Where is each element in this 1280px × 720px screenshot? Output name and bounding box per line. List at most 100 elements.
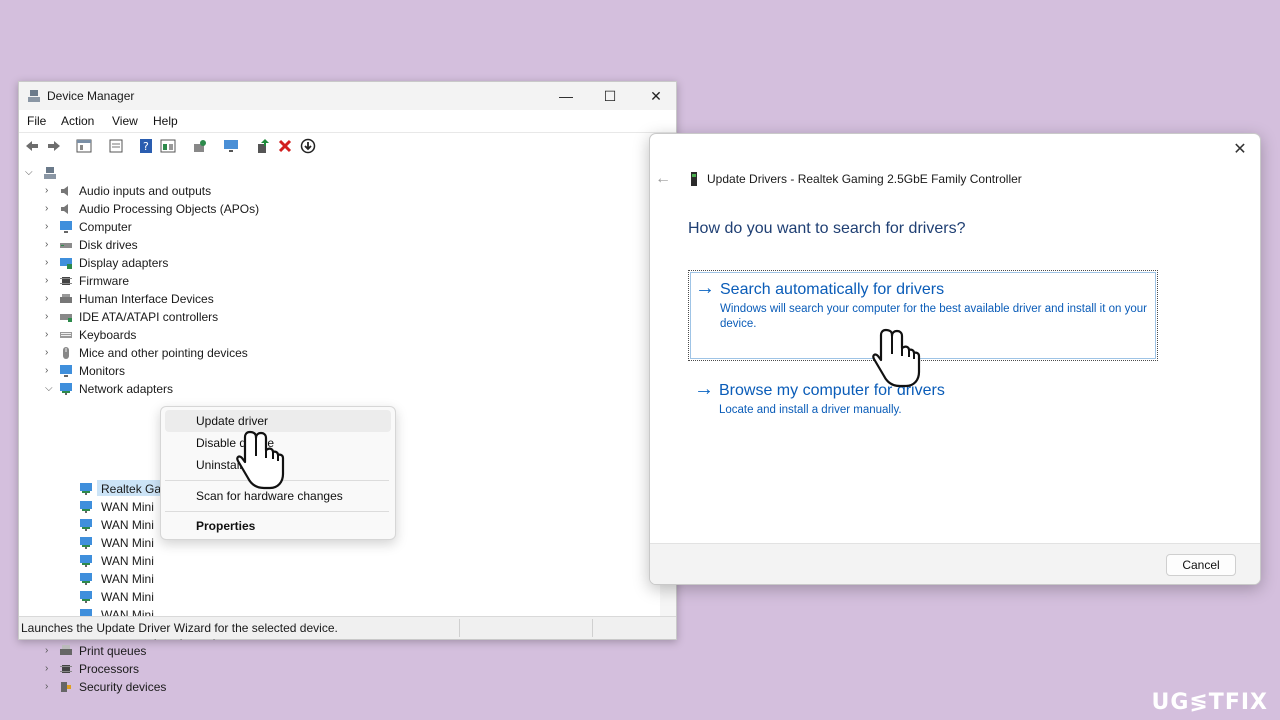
chevron-right-icon[interactable]: › xyxy=(45,642,55,660)
chevron-down-icon[interactable]: ⌵ xyxy=(45,380,55,398)
chevron-right-icon[interactable]: › xyxy=(45,326,55,344)
chevron-right-icon[interactable]: › xyxy=(45,182,55,200)
scan-hardware-icon[interactable] xyxy=(192,138,208,154)
dialog-question: How do you want to search for drivers? xyxy=(688,220,966,237)
chevron-right-icon[interactable]: › xyxy=(45,678,55,696)
show-hide-icon[interactable] xyxy=(108,138,124,154)
chip-icon xyxy=(60,665,72,673)
chevron-down-icon[interactable]: ⌵ xyxy=(25,164,35,182)
dialog-title: Update Drivers - Realtek Gaming 2.5GbE F… xyxy=(707,172,1022,186)
title-bar[interactable]: Device Manager — ☐ ✕ xyxy=(19,82,676,110)
close-button[interactable]: ✕ xyxy=(636,86,676,106)
chevron-right-icon[interactable]: › xyxy=(45,254,55,272)
tree-category-label: Monitors xyxy=(79,364,126,378)
network-icon xyxy=(60,383,72,395)
tree-device[interactable]: WAN Mini xyxy=(79,588,359,606)
speaker-icon xyxy=(61,204,68,214)
update-drivers-dialog: ✕ ← Update Drivers - Realtek Gaming 2.5G… xyxy=(649,133,1261,585)
tree-category-label: Display adapters xyxy=(79,256,169,270)
maximize-button[interactable]: ☐ xyxy=(590,86,630,106)
tree-category-label: Firmware xyxy=(79,274,129,288)
device-manager-icon xyxy=(28,90,40,102)
tree-category[interactable]: › Keyboards xyxy=(45,326,345,344)
menu-action[interactable]: Action xyxy=(61,114,94,128)
close-icon[interactable]: ✕ xyxy=(1230,140,1250,160)
disable-icon[interactable] xyxy=(300,138,316,154)
chevron-right-icon[interactable]: › xyxy=(45,290,55,308)
network-icon xyxy=(80,555,92,567)
menu-bar: File Action View Help xyxy=(19,110,676,132)
network-icon xyxy=(80,573,92,585)
device-tree[interactable]: ⌵ › Audio inputs and outputs › Audio Proces… xyxy=(19,161,660,694)
tree-category-label: Audio inputs and outputs xyxy=(79,184,212,198)
uninstall-icon[interactable] xyxy=(277,138,293,154)
back-arrow-icon[interactable] xyxy=(24,138,40,154)
option-description: Windows will search your computer for th… xyxy=(720,303,1147,330)
disk-icon xyxy=(60,243,72,248)
tree-category[interactable]: › Monitors xyxy=(45,362,345,380)
tree-category[interactable]: › Display adapters xyxy=(45,254,345,272)
tree-device[interactable]: WAN Mini xyxy=(79,570,359,588)
tree-category[interactable]: › Audio inputs and outputs xyxy=(45,182,345,200)
tree-category[interactable]: ⌵ Network adapters xyxy=(45,380,345,398)
tree-category-label: Keyboards xyxy=(79,328,137,342)
view-icon[interactable] xyxy=(160,138,176,154)
tree-category[interactable]: › Firmware xyxy=(45,272,345,290)
chevron-right-icon[interactable]: › xyxy=(45,272,55,290)
cancel-button[interactable]: Cancel xyxy=(1166,554,1236,576)
tree-category[interactable]: › Security devices xyxy=(45,678,345,696)
tree-root[interactable]: ⌵ xyxy=(25,164,225,182)
watermark-logo: UG≶TFIX xyxy=(1151,690,1268,715)
tree-category[interactable]: › Mice and other pointing devices xyxy=(45,344,345,362)
menu-file[interactable]: File xyxy=(27,114,46,128)
arrow-right-icon: → xyxy=(694,378,714,400)
menu-properties[interactable]: Properties xyxy=(165,515,391,537)
ide-icon xyxy=(60,314,72,322)
chevron-right-icon[interactable]: › xyxy=(45,308,55,326)
tree-category[interactable]: › IDE ATA/ATAPI controllers xyxy=(45,308,345,326)
menu-separator xyxy=(165,511,389,512)
add-driver-icon[interactable] xyxy=(255,138,271,154)
tree-category-label: Security devices xyxy=(79,680,167,694)
tree-category[interactable]: › Audio Processing Objects (APOs) xyxy=(45,200,345,218)
tree-category[interactable]: › Disk drives xyxy=(45,236,345,254)
minimize-button[interactable]: — xyxy=(546,86,586,106)
device-manager-window: Device Manager — ☐ ✕ File Action View He… xyxy=(18,81,677,694)
tree-category[interactable]: › Human Interface Devices xyxy=(45,290,345,308)
tree-device-label: WAN Mini xyxy=(101,536,154,550)
tree-device[interactable]: WAN Mini xyxy=(79,552,359,570)
arrow-right-icon: → xyxy=(695,277,715,299)
tree-category[interactable]: › Computer xyxy=(45,218,345,236)
help-icon[interactable]: ? xyxy=(138,138,154,154)
tree-category-label: Human Interface Devices xyxy=(79,292,214,306)
status-text: Launches the Update Driver Wizard for th… xyxy=(21,621,338,635)
tree-category-label: Computer xyxy=(79,220,132,234)
tree-category[interactable]: › Print queues xyxy=(45,642,345,660)
chevron-right-icon[interactable]: › xyxy=(45,344,55,362)
menu-view[interactable]: View xyxy=(112,114,138,128)
forward-arrow-icon[interactable] xyxy=(46,138,62,154)
speaker-icon xyxy=(61,186,68,196)
display-adapter-icon xyxy=(60,258,72,269)
network-icon xyxy=(80,537,92,549)
back-arrow-icon[interactable]: ← xyxy=(655,170,671,188)
network-card-icon xyxy=(691,172,697,186)
menu-help[interactable]: Help xyxy=(153,114,178,128)
window-title: Device Manager xyxy=(47,89,135,103)
network-icon xyxy=(80,519,92,531)
tree-device-label: WAN Mini xyxy=(101,518,154,532)
chevron-right-icon[interactable]: › xyxy=(45,200,55,218)
tree-category[interactable]: › Processors xyxy=(45,660,345,678)
security-icon xyxy=(61,682,71,692)
monitor-icon[interactable] xyxy=(223,138,239,154)
option-description: Locate and install a driver manually. xyxy=(719,404,902,416)
chevron-right-icon[interactable]: › xyxy=(45,660,55,678)
properties-icon[interactable] xyxy=(76,138,92,154)
chevron-right-icon[interactable]: › xyxy=(45,218,55,236)
monitor-icon xyxy=(60,221,72,233)
hand-cursor-icon xyxy=(872,328,921,388)
status-bar: Launches the Update Driver Wizard for th… xyxy=(19,616,676,639)
chevron-right-icon[interactable]: › xyxy=(45,362,55,380)
network-icon xyxy=(80,591,92,603)
chevron-right-icon[interactable]: › xyxy=(45,236,55,254)
